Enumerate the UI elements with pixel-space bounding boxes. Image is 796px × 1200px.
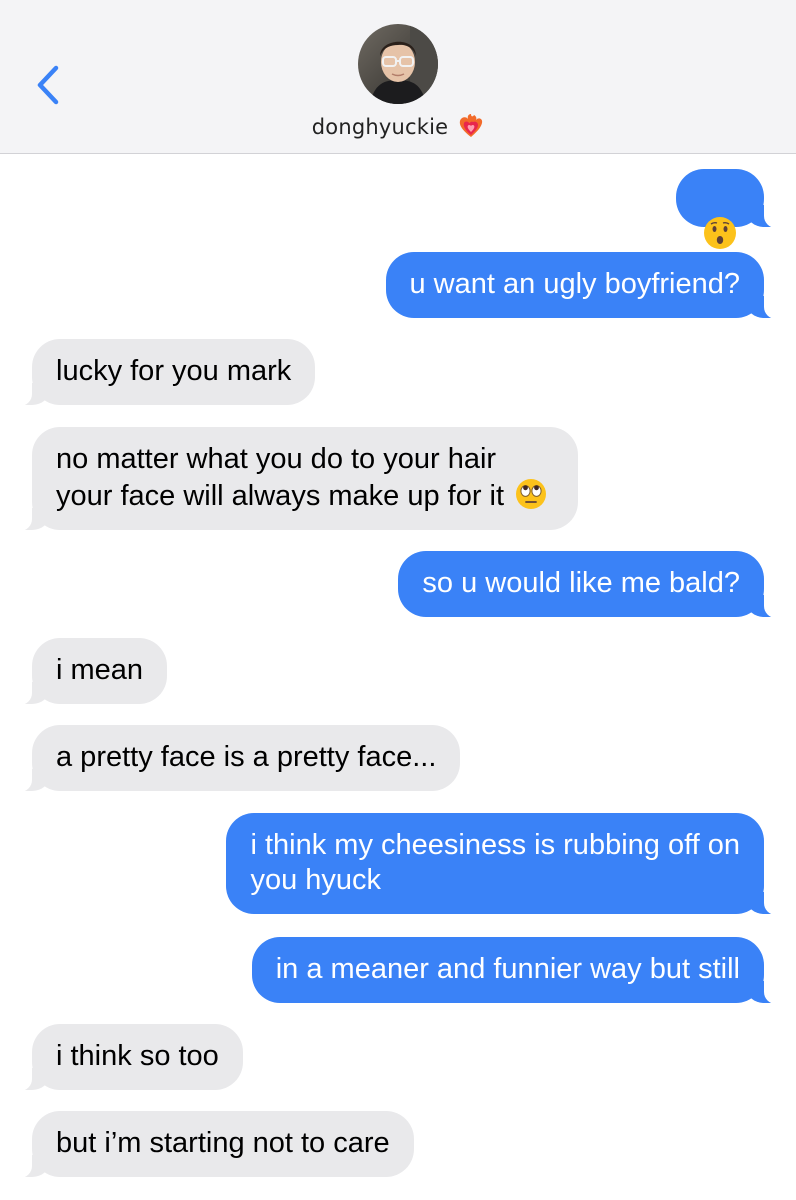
message-thread[interactable]: u want an ugly boyfriend? lucky for you …: [0, 155, 796, 1200]
message-bubble-sent[interactable]: in a meaner and funnier way but still: [251, 937, 787, 1004]
contact-avatar[interactable]: [358, 24, 438, 104]
message-bubble-received[interactable]: no matter what you do to your hair your …: [9, 427, 579, 531]
back-button[interactable]: [30, 62, 70, 108]
chevron-left-icon: [37, 65, 59, 105]
message-bubble-received[interactable]: a pretty face is a pretty face...: [9, 725, 461, 792]
message-bubble-sent[interactable]: [676, 169, 786, 249]
contact-name-text: donghyuckie: [311, 115, 449, 139]
hushed-face-emoji-icon: [704, 217, 736, 249]
conversation-header: donghyuckie: [0, 0, 796, 154]
message-bubble-received[interactable]: lucky for you mark: [9, 339, 316, 406]
message-text: no matter what you do to your hair your …: [56, 443, 505, 512]
message-bubble-sent[interactable]: so u would like me bald?: [398, 551, 786, 618]
message-bubble-received[interactable]: but i’m starting not to care: [10, 1111, 414, 1178]
message-bubble-received[interactable]: i mean: [9, 638, 168, 705]
face-with-rolling-eyes-icon: [516, 479, 547, 509]
message-bubble-sent[interactable]: i think my cheesiness is rubbing off on …: [226, 813, 786, 915]
message-bubble-sent[interactable]: u want an ugly boyfriend?: [385, 252, 786, 319]
avatar-photo: [358, 24, 438, 104]
contact-name[interactable]: donghyuckie: [0, 114, 796, 139]
heart-on-fire-icon: [460, 114, 483, 137]
message-bubble-received[interactable]: i think so too: [10, 1024, 243, 1091]
